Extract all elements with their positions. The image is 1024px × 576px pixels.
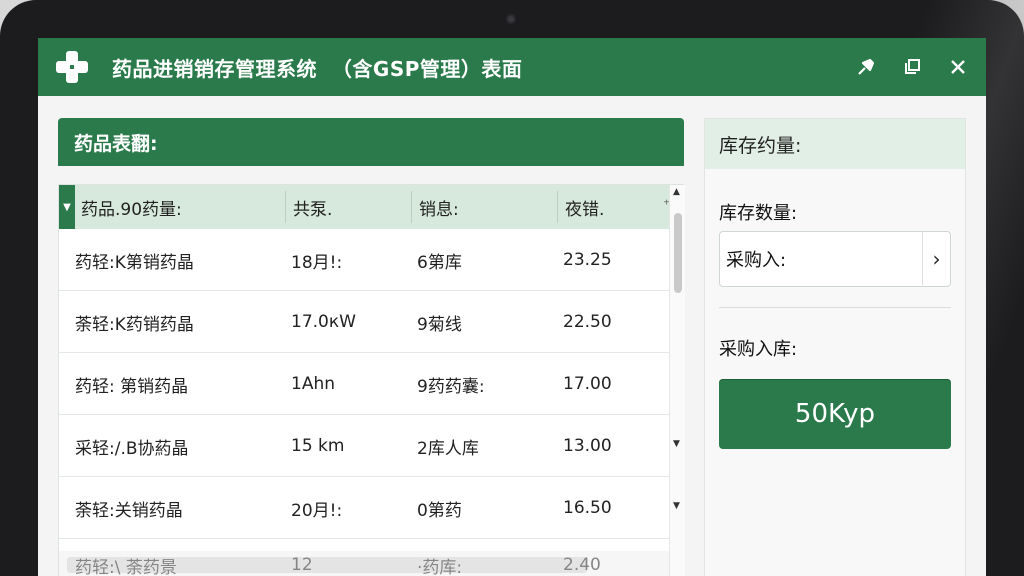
camera-dot: [506, 14, 516, 24]
cell-name: 药轻:K第销药晶: [75, 252, 194, 273]
cell-price: 2.40: [563, 555, 601, 575]
cell-name: 荼轻:K药销药晶: [75, 314, 194, 335]
column-divider: [411, 191, 412, 223]
table-row[interactable]: 采轻:/.B协葯晶 15 km 2库人库 13.00: [59, 415, 669, 477]
cell-sales: 9药药囊:: [417, 376, 485, 397]
scroll-thumb[interactable]: [674, 213, 682, 293]
quantity-label: 库存数量:: [719, 203, 798, 224]
stock-in-button[interactable]: 50Kyp: [719, 379, 951, 449]
table-row[interactable]: 荼轻:K药销药晶 17.0кW 9菊线 22.50: [59, 291, 669, 353]
chevron-right-icon[interactable]: ›: [922, 232, 950, 286]
cell-supplier: 15 km: [291, 436, 345, 456]
divider: [719, 307, 951, 308]
scroll-down-icon[interactable]: ▼: [673, 439, 680, 449]
drug-table: ▼ 药品.90药量: 共泵. 销息: 夜错. ⁺ 药轻:K第销药晶 18月!: …: [58, 184, 685, 576]
title-bar: 药品进销销存管理系统 （含GSP管理）表面: [38, 38, 986, 96]
cell-price: 13.00: [563, 436, 612, 456]
stock-in-label: 采购入库:: [719, 339, 798, 360]
window-title: 药品进销销存管理系统 （含GSP管理）表面: [112, 56, 523, 81]
cell-name: 采轻:/.B协葯晶: [75, 438, 189, 459]
stock-panel-title: 库存约量:: [705, 119, 965, 169]
pin-icon[interactable]: [854, 55, 878, 79]
cell-name: 药轻:\ 荼药景: [75, 557, 177, 576]
sort-arrow-icon[interactable]: ▼: [59, 185, 75, 229]
cell-sales: 2库人库: [417, 438, 479, 459]
cell-sales: 9菊线: [417, 314, 462, 335]
cell-sales: 0第药: [417, 500, 462, 521]
panel-title: 药品表翻:: [58, 118, 684, 166]
cell-name: 荼轻:关销药晶: [75, 500, 183, 521]
cell-price: 16.50: [563, 498, 612, 518]
purchase-select[interactable]: 采购入: ›: [719, 231, 951, 287]
cell-sales: 6第库: [417, 252, 462, 273]
cell-price: 22.50: [563, 312, 612, 332]
purchase-select-value: 采购入:: [726, 250, 787, 271]
cell-price: 17.00: [563, 374, 612, 394]
app-window: 药品进销销存管理系统 （含GSP管理）表面 药品表翻: ▼ 药品.90药量: 共…: [38, 38, 986, 576]
stock-panel: 库存约量: 库存数量: 采购入: › 采购入库: 50Kyp: [704, 118, 966, 576]
cell-supplier: 17.0кW: [291, 312, 356, 332]
cell-supplier: 1Аhn: [291, 374, 335, 394]
column-divider: [285, 191, 286, 223]
table-row[interactable]: 药轻:K第销药晶 18月!: 6第库 23.25: [59, 229, 669, 291]
cell-supplier: 20月!:: [291, 500, 343, 521]
column-header-name[interactable]: 药品.90药量:: [81, 185, 182, 229]
cell-supplier: 12: [291, 555, 313, 575]
close-icon[interactable]: [946, 55, 970, 79]
column-header-supplier[interactable]: 共泵.: [293, 185, 332, 229]
restore-icon[interactable]: [900, 55, 924, 79]
cell-supplier: 18月!:: [291, 252, 343, 273]
table-scrollbar[interactable]: ▲ ▼ ▼: [669, 185, 685, 576]
table-row[interactable]: 药轻: 第销药晶 1Аhn 9药药囊: 17.00: [59, 353, 669, 415]
medical-cross-icon: [54, 49, 90, 85]
scroll-up-icon[interactable]: ▲: [673, 187, 680, 197]
column-header-price[interactable]: 夜错.: [565, 185, 604, 229]
window-controls: [854, 55, 970, 79]
column-divider: [557, 191, 558, 223]
main-panel: 药品表翻: ▼ 药品.90药量: 共泵. 销息: 夜错. ⁺ 药轻:K第销药晶 …: [58, 118, 685, 576]
cell-sales: ·药库:: [417, 557, 463, 576]
scroll-down-icon[interactable]: ▼: [673, 501, 680, 511]
cell-price: 23.25: [563, 250, 612, 270]
table-row[interactable]: 荼轻:关销药晶 20月!: 0第药 16.50: [59, 477, 669, 539]
cell-name: 药轻: 第销药晶: [75, 376, 189, 397]
table-row-partial[interactable]: 药轻:\ 荼药景 12 ·药库: 2.40: [59, 551, 669, 576]
table-header: ▼ 药品.90药量: 共泵. 销息: 夜错. ⁺: [59, 185, 683, 229]
column-header-sales[interactable]: 销息:: [419, 185, 459, 229]
